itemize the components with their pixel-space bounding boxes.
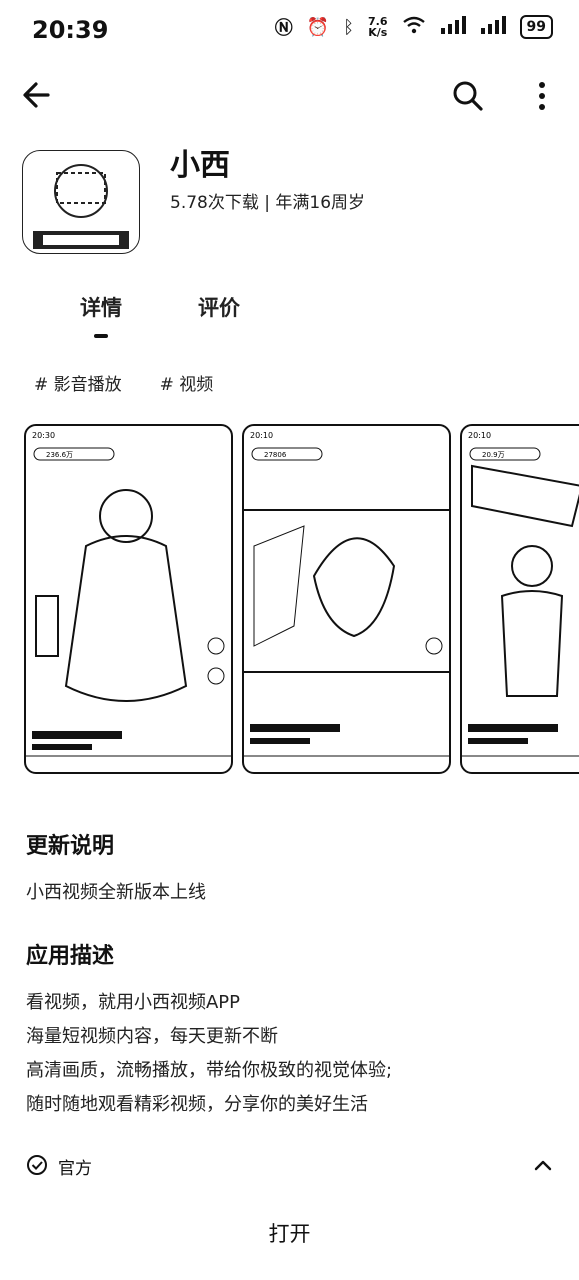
- status-icons: Ⓝ ⏰ ᛒ 7.6 K/s 99: [275, 14, 553, 40]
- tag-item[interactable]: # 影音播放: [34, 370, 122, 395]
- tag-list: # 影音播放 # 视频: [34, 370, 213, 395]
- description-line: 随时随地观看精彩视频，分享你的美好生活: [26, 1094, 368, 1115]
- tag-item[interactable]: # 视频: [160, 370, 214, 395]
- status-time: 20:39: [32, 16, 109, 44]
- screenshot-count: 236.6万: [46, 451, 73, 459]
- alarm-icon: ⏰: [306, 16, 330, 38]
- battery-indicator: 99: [519, 15, 553, 39]
- app-meta: 5.78次下载 | 年满16周岁: [170, 193, 366, 213]
- description-line: 海量短视频内容，每天更新不断: [26, 1026, 278, 1047]
- screenshot-time: 20:10: [250, 431, 273, 440]
- official-row[interactable]: 官方: [26, 1152, 556, 1182]
- screenshot-carousel[interactable]: 20:30 236.6万 20:10 27806 20:10 20.9万: [24, 424, 579, 774]
- screenshot-count: 27806: [264, 451, 287, 459]
- wifi-icon: [402, 16, 426, 39]
- description-title: 应用描述: [26, 944, 115, 969]
- chevron-up-icon[interactable]: [530, 1152, 556, 1178]
- check-circle-icon: [26, 1154, 48, 1180]
- screenshot-2[interactable]: 20:10 27806: [242, 424, 451, 774]
- screenshot-1[interactable]: 20:30 236.6万: [24, 424, 233, 774]
- top-app-bar: [0, 66, 579, 126]
- update-notes-title: 更新说明: [26, 834, 115, 859]
- screenshot-time: 20:10: [468, 431, 491, 440]
- nfc-icon: Ⓝ: [274, 18, 293, 39]
- description-line: 高清画质，流畅播放，带给你极致的视觉体验;: [26, 1060, 393, 1081]
- tab-details[interactable]: 详情: [80, 292, 122, 338]
- screenshot-time: 20:30: [32, 431, 55, 440]
- signal-icon: [440, 15, 466, 39]
- description-text: 看视频，就用小西视频APP 海量短视频内容，每天更新不断 高清画质，流畅播放，带…: [26, 986, 392, 1122]
- status-bar: 20:39 Ⓝ ⏰ ᛒ 7.6 K/s 99: [0, 0, 579, 60]
- open-button[interactable]: 打开: [0, 1214, 579, 1254]
- screenshot-count: 20.9万: [482, 451, 505, 459]
- detail-tabs: 详情 评价: [0, 292, 579, 342]
- search-icon: [453, 81, 483, 111]
- description-line: 看视频，就用小西视频APP: [26, 992, 241, 1013]
- search-button[interactable]: [450, 78, 486, 114]
- update-notes-text: 小西视频全新版本上线: [26, 882, 206, 903]
- app-icon: [22, 150, 140, 254]
- back-button[interactable]: [18, 78, 58, 112]
- back-arrow-icon: [23, 82, 50, 108]
- bluetooth-icon: ᛒ: [343, 16, 355, 38]
- more-vertical-icon: [539, 82, 545, 110]
- more-options-button[interactable]: [528, 78, 556, 114]
- screenshot-3[interactable]: 20:10 20.9万: [460, 424, 579, 774]
- tab-reviews[interactable]: 评价: [198, 292, 240, 322]
- official-label: 官方: [58, 1159, 92, 1179]
- signal-icon-2: [480, 15, 506, 39]
- app-name: 小西: [170, 148, 230, 183]
- net-speed: 7.6 K/s: [368, 15, 388, 39]
